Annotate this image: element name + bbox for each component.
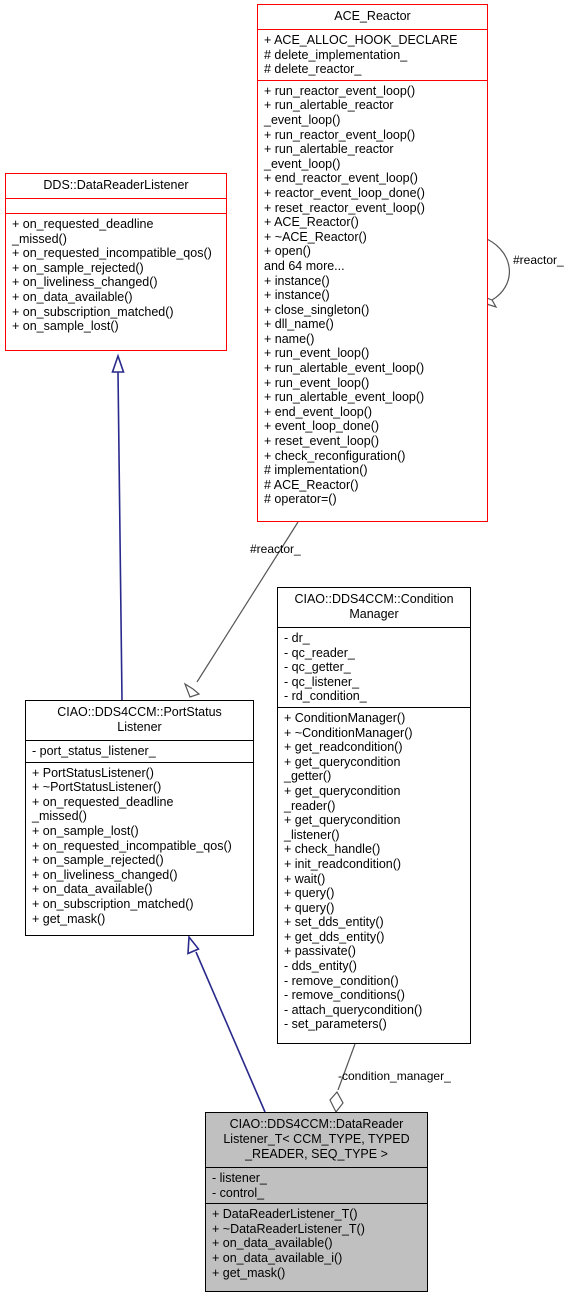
class-operations-port-status-listener: + PortStatusListener() + ~PortStatusList…: [32, 765, 232, 926]
class-attributes-dds-datareaderlistener: [6, 199, 226, 213]
class-title-dds-datareaderlistener: DDS::DataReaderListener: [43, 178, 189, 192]
edge-label-reactor-self: #reactor_: [513, 253, 564, 267]
class-operations-condition-manager: + ConditionManager() + ~ConditionManager…: [284, 710, 423, 1032]
class-title-ace-reactor: ACE_Reactor: [334, 9, 411, 23]
inheritance-portstatus-to-ddslistener: [111, 353, 125, 701]
class-box-port-status-listener[interactable]: CIAO::DDS4CCM::PortStatus Listener - por…: [25, 700, 254, 936]
class-box-data-reader-listener-t[interactable]: CIAO::DDS4CCM::DataReader Listener_T< CC…: [205, 1112, 428, 1292]
class-title-port-status-listener: CIAO::DDS4CCM::PortStatus Listener: [57, 705, 222, 734]
class-box-dds-datareaderlistener[interactable]: DDS::DataReaderListener + on_requested_d…: [5, 173, 227, 351]
edge-label-reactor-to-portstatus: #reactor_: [250, 542, 301, 556]
class-operations-data-reader-listener-t: + DataReaderListener_T() + ~DataReaderLi…: [212, 1207, 365, 1280]
inheritance-datareader-to-portstatus: [187, 934, 266, 1113]
uml-class-diagram: ACE_Reactor + ACE_ALLOC_HOOK_DECLARE # d…: [0, 0, 575, 1296]
edge-label-condition-manager: -condition_manager_: [338, 1069, 451, 1083]
class-title-data-reader-listener-t: CIAO::DDS4CCM::DataReader Listener_T< CC…: [223, 1117, 410, 1161]
class-box-condition-manager[interactable]: CIAO::DDS4CCM::Condition Manager - dr_ -…: [277, 587, 471, 1044]
class-title-condition-manager: CIAO::DDS4CCM::Condition Manager: [294, 592, 454, 621]
class-attributes-ace-reactor: + ACE_ALLOC_HOOK_DECLARE # delete_implem…: [264, 33, 458, 77]
class-operations-ace-reactor: + run_reactor_event_loop() + run_alertab…: [264, 83, 425, 507]
class-box-ace-reactor[interactable]: ACE_Reactor + ACE_ALLOC_HOOK_DECLARE # d…: [257, 4, 488, 522]
class-attributes-condition-manager: - dr_ - qc_reader_ - qc_getter_ - qc_lis…: [284, 631, 367, 704]
class-attributes-port-status-listener: - port_status_listener_: [32, 744, 156, 758]
class-attributes-data-reader-listener-t: - listener_ - control_: [212, 1171, 267, 1200]
class-operations-dds-datareaderlistener: + on_requested_deadline _missed() + on_r…: [12, 217, 212, 334]
